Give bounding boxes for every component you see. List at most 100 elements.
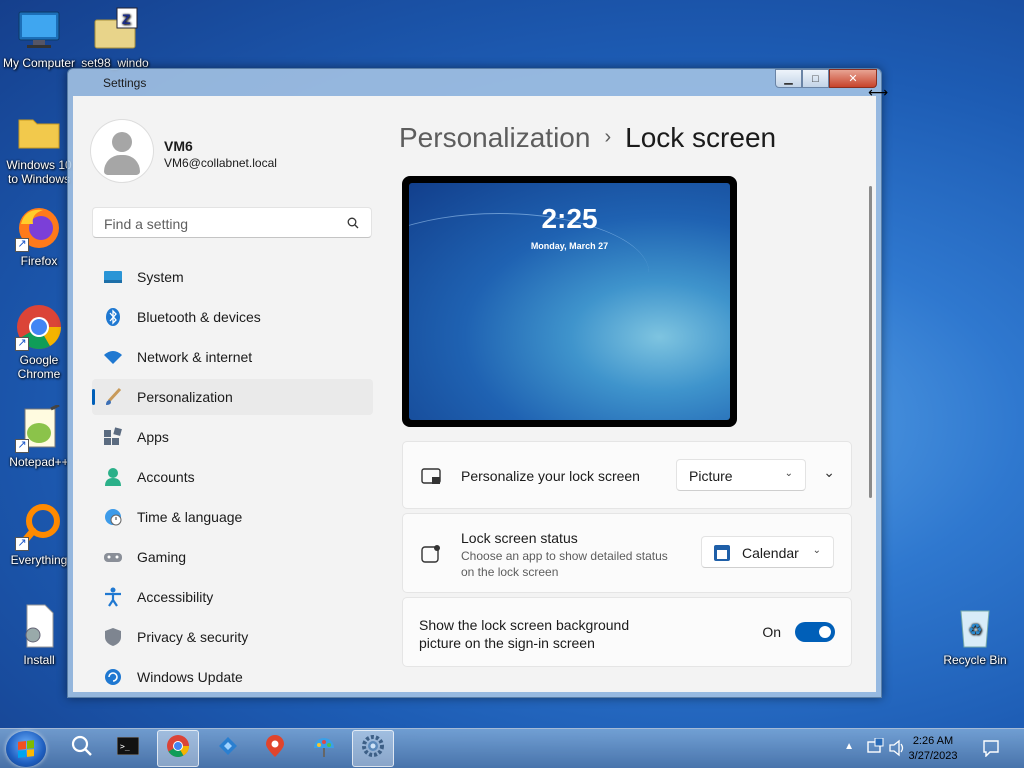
system-icon xyxy=(103,267,123,287)
taskbar: >_ ▲ 2:26 AM 3/27/2023 xyxy=(0,728,1024,768)
personalize-dropdown-value: Picture xyxy=(689,468,733,484)
taskbar-maps-button[interactable] xyxy=(254,730,296,767)
firefox-icon: ↗ xyxy=(15,204,63,252)
everything-icon: ↗ xyxy=(15,503,63,551)
sidebar-item-apps[interactable]: Apps xyxy=(92,419,373,455)
search-placeholder: Find a setting xyxy=(104,216,189,232)
desktop-icon-label: My Computer xyxy=(2,56,76,70)
avatar[interactable] xyxy=(91,120,153,182)
sidebar-item-network[interactable]: Network & internet xyxy=(92,339,373,375)
sidebar-item-bluetooth[interactable]: Bluetooth & devices xyxy=(92,299,373,335)
nav-list: System Bluetooth & devices Network & int… xyxy=(92,259,373,692)
sidebar-item-label: Privacy & security xyxy=(137,629,249,645)
zip-folder-icon: Z xyxy=(91,6,139,54)
status-icon xyxy=(421,544,441,569)
sidebar-item-label: Personalization xyxy=(137,389,233,405)
taskbar-app-button[interactable] xyxy=(207,730,249,767)
sidebar-item-label: Accounts xyxy=(137,469,195,485)
shield-icon xyxy=(103,627,123,647)
minimize-button[interactable]: ▁ xyxy=(775,69,802,88)
chrome-icon: ↗ xyxy=(15,303,63,351)
clock-time: 2:26 AM xyxy=(912,735,954,747)
maximize-icon: □ xyxy=(812,72,819,85)
taskbar-clock[interactable]: 2:26 AM 3/27/2023 xyxy=(898,734,968,764)
signin-background-label: Show the lock screen background picture … xyxy=(419,617,630,651)
sidebar-item-gaming[interactable]: Gaming xyxy=(92,539,373,575)
bluetooth-icon xyxy=(103,307,123,327)
title-bar[interactable]: Settings ▁ □ ✕ xyxy=(68,69,881,96)
notifications-icon[interactable] xyxy=(982,739,1000,762)
calendar-icon xyxy=(713,544,731,565)
sidebar-item-time-language[interactable]: Time & language xyxy=(92,499,373,535)
accessibility-icon xyxy=(103,587,123,607)
sidebar-item-label: Network & internet xyxy=(137,349,253,365)
terminal-icon: >_ xyxy=(116,736,140,760)
folder-icon xyxy=(15,108,63,156)
taskbar-chrome-button[interactable] xyxy=(157,730,199,767)
tray-overflow-icon[interactable]: ▲ xyxy=(844,741,854,752)
desktop-icon-label: Recycle Bin xyxy=(943,653,1007,667)
notepadpp-icon: ↗ xyxy=(15,403,63,453)
sidebar-item-label: Time & language xyxy=(137,509,243,525)
sidebar-item-windows-update[interactable]: Windows Update xyxy=(92,659,373,692)
lock-screen-preview-image: 2:25 Monday, March 27 xyxy=(409,183,730,420)
taskbar-terminal-button[interactable]: >_ xyxy=(107,730,149,767)
shortcut-arrow-icon: ↗ xyxy=(15,238,29,252)
desktop-icon-my-computer[interactable]: My Computer xyxy=(0,6,78,70)
sidebar-item-label: System xyxy=(137,269,184,285)
avatar-body-icon xyxy=(104,155,140,175)
taskbar-settings-button[interactable] xyxy=(352,730,394,767)
personalize-label: Personalize your lock screen xyxy=(461,468,640,484)
search-input[interactable]: Find a setting xyxy=(92,207,372,238)
settings-window: Settings ▁ □ ✕ VM6 VM6@collabnet.local F… xyxy=(67,68,882,698)
desktop-icon-recycle-bin[interactable]: ♻ Recycle Bin xyxy=(936,603,1014,667)
network-tray-icon[interactable] xyxy=(866,737,884,763)
computer-icon xyxy=(15,6,63,54)
expand-chevron-icon[interactable]: ⌄ xyxy=(823,464,835,481)
lock-screen-status-card: Lock screen status Choose an app to show… xyxy=(402,513,852,593)
signin-background-card: Show the lock screen background picture … xyxy=(402,597,852,667)
chrome-icon xyxy=(166,734,190,763)
lock-screen-icon xyxy=(421,467,443,492)
main-content: Personalization › Lock screen 2:25 Monday,… xyxy=(373,96,876,692)
sidebar-item-personalization[interactable]: Personalization xyxy=(92,379,373,415)
windows-logo-icon xyxy=(18,740,34,758)
minimize-icon: ▁ xyxy=(784,73,793,85)
taskbar-paint-button[interactable] xyxy=(303,730,345,767)
signin-toggle-state: On xyxy=(762,624,781,640)
lock-screen-status-description: Choose an app to show detailed status on… xyxy=(461,549,668,579)
search-icon xyxy=(71,735,93,762)
apps-icon xyxy=(103,427,123,447)
personalize-lock-screen-card: Personalize your lock screen Picture ⌄ ⌄ xyxy=(402,441,852,509)
brush-icon xyxy=(103,387,123,407)
scrollbar[interactable] xyxy=(869,186,872,498)
sidebar-item-label: Bluetooth & devices xyxy=(137,309,261,325)
personalize-dropdown[interactable]: Picture ⌄ xyxy=(676,459,806,491)
preview-date: Monday, March 27 xyxy=(530,241,609,251)
desktop-icon-archive[interactable]: Z set98_windo xyxy=(76,6,154,70)
sidebar-item-accounts[interactable]: Accounts xyxy=(92,459,373,495)
chevron-down-icon: ⌄ xyxy=(812,545,821,556)
clock-date: 3/27/2023 xyxy=(908,750,958,762)
breadcrumb-parent-link[interactable]: Personalization xyxy=(399,122,590,153)
resize-cursor-icon: ⟷ xyxy=(868,84,889,100)
window-title: Settings xyxy=(103,76,147,90)
sidebar-item-accessibility[interactable]: Accessibility xyxy=(92,579,373,615)
settings-icon xyxy=(361,734,385,763)
sidebar-item-label: Apps xyxy=(137,429,169,445)
preview-time: 2:25 xyxy=(541,203,598,234)
app-icon xyxy=(216,734,240,763)
paint-icon xyxy=(312,734,336,763)
svg-text:>_: >_ xyxy=(120,742,130,751)
start-button[interactable] xyxy=(6,731,46,767)
maximize-button[interactable]: □ xyxy=(802,69,829,88)
toggle-knob xyxy=(819,626,831,638)
taskbar-search-button[interactable] xyxy=(61,730,103,767)
sidebar-item-system[interactable]: System xyxy=(92,259,373,295)
lock-screen-status-dropdown[interactable]: Calendar ⌄ xyxy=(701,536,834,568)
install-icon xyxy=(15,603,63,651)
shortcut-arrow-icon: ↗ xyxy=(15,439,29,453)
sidebar-item-label: Gaming xyxy=(137,549,187,565)
signin-background-toggle[interactable] xyxy=(795,622,835,642)
sidebar-item-privacy[interactable]: Privacy & security xyxy=(92,619,373,655)
